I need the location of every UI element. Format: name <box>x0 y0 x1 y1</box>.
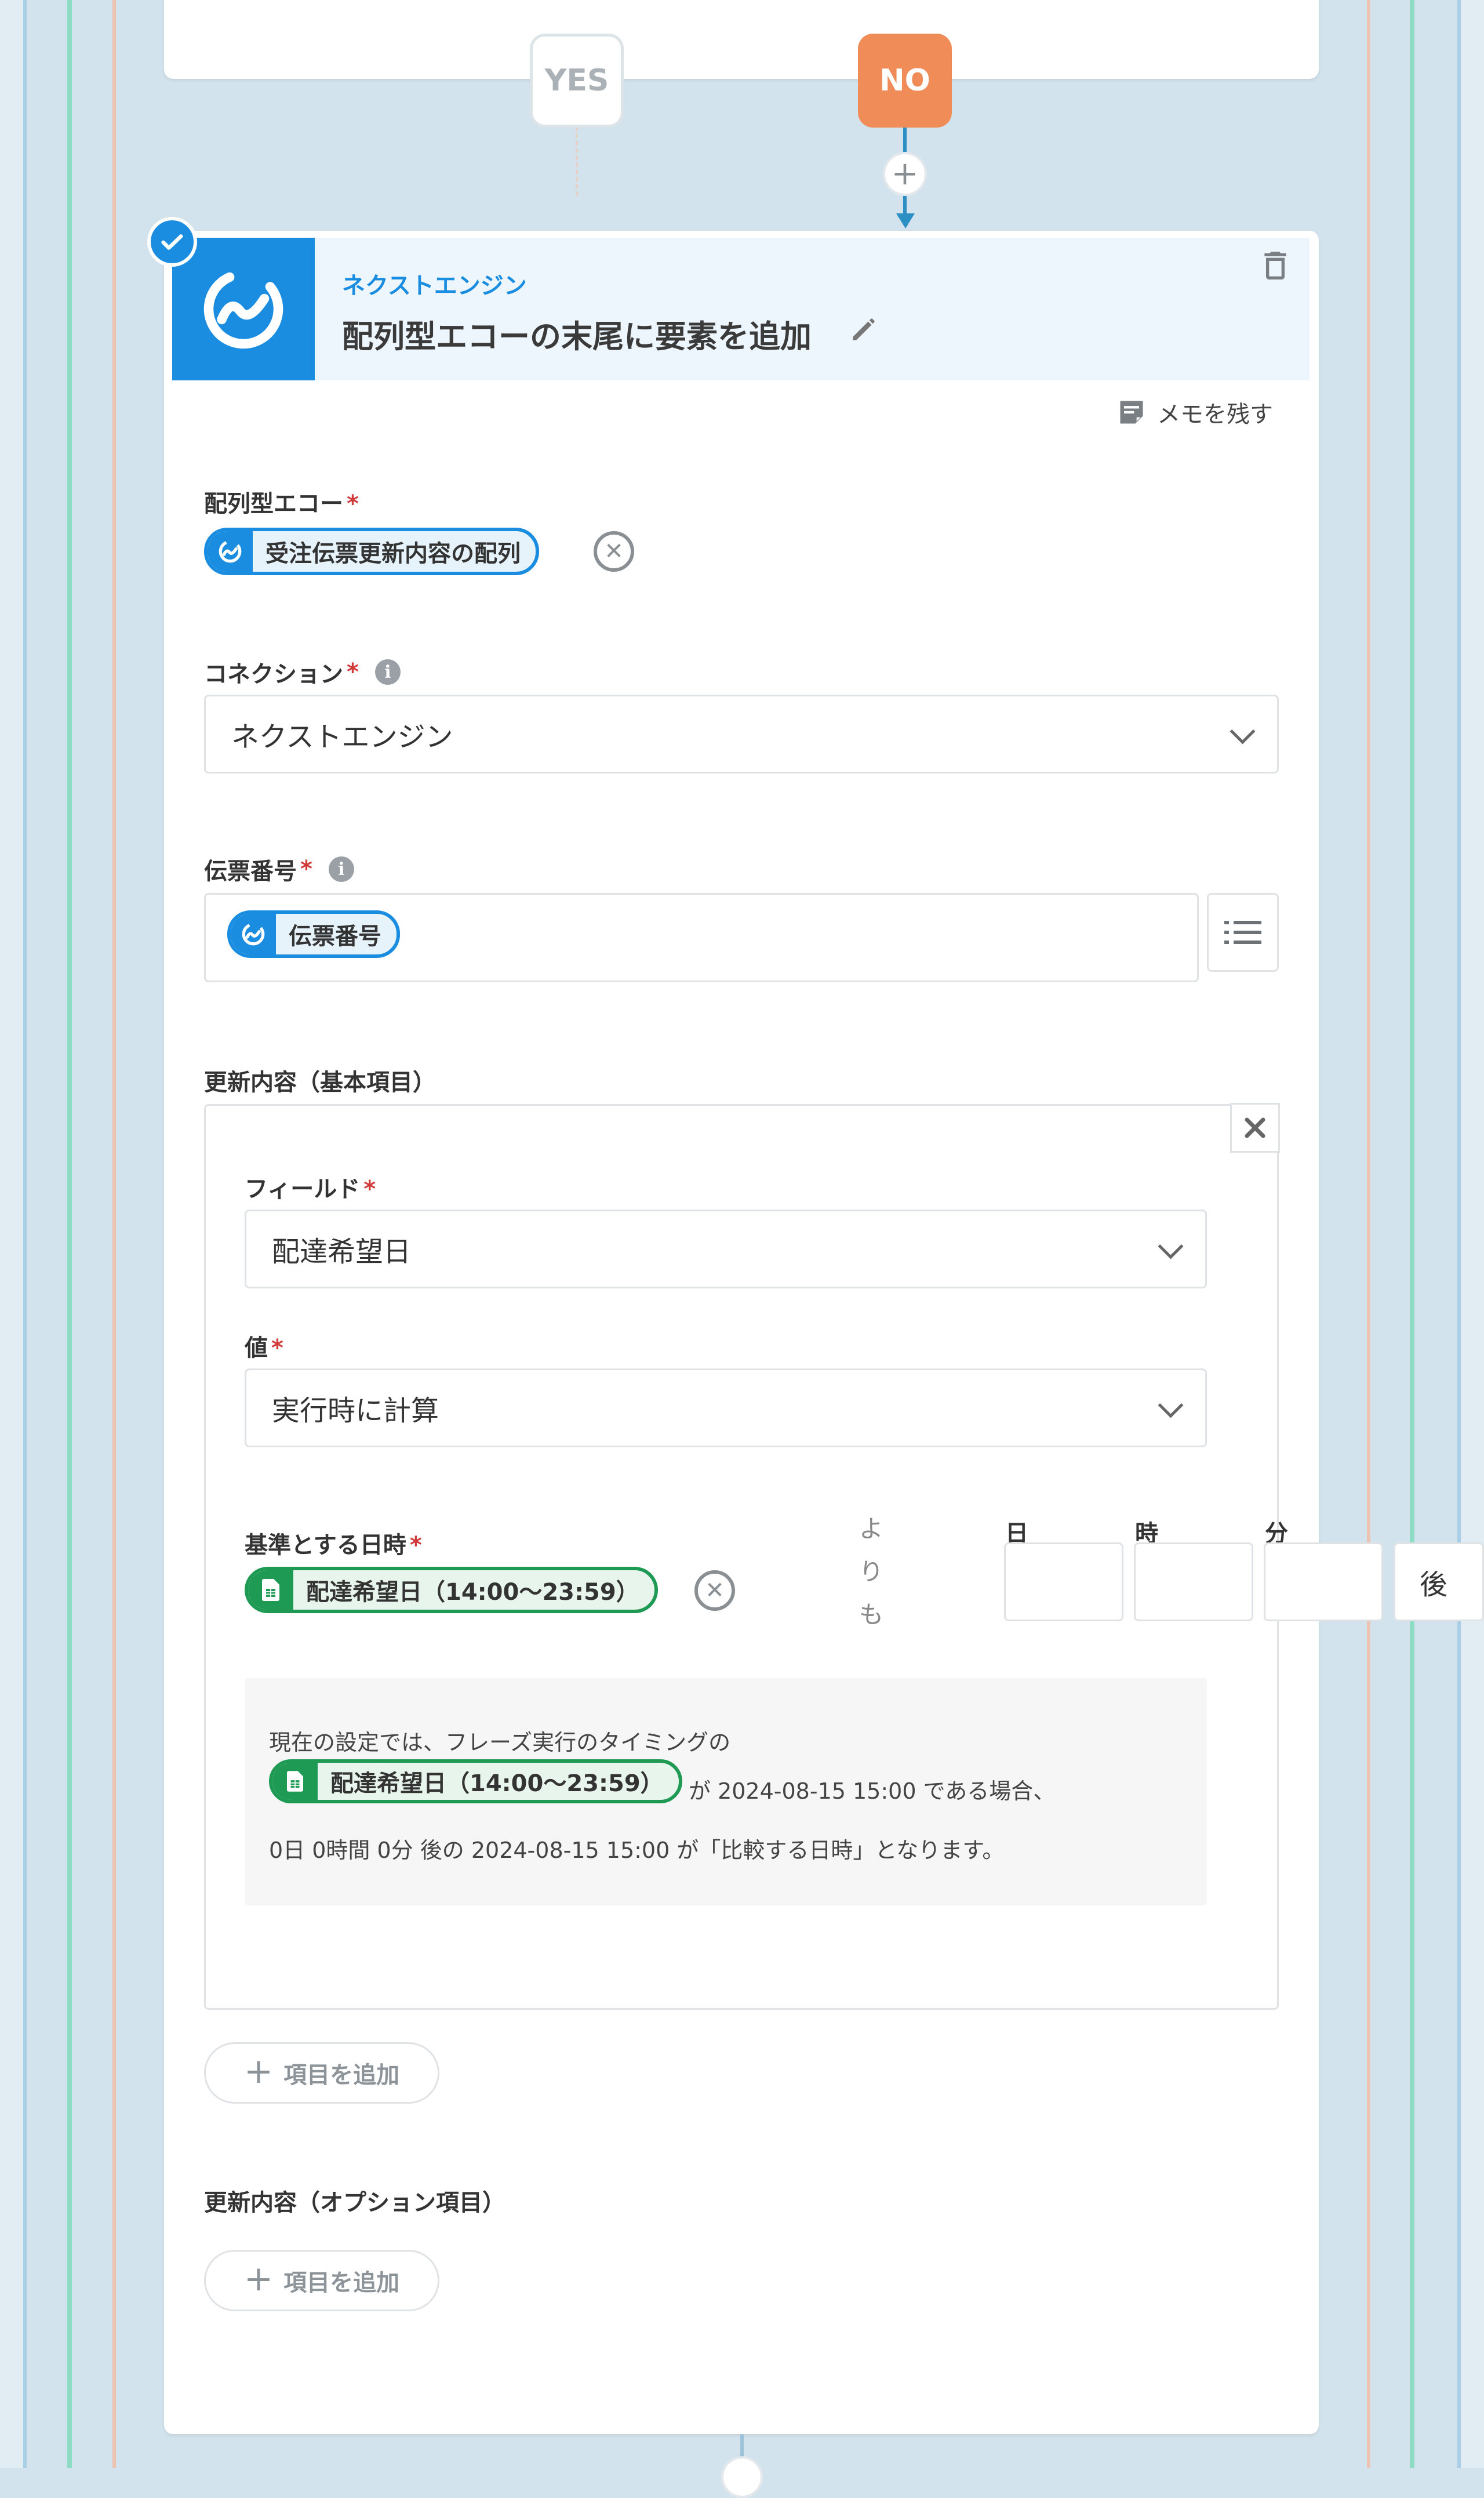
base-datetime-pill-text: 配達希望日（14:00〜23:59） <box>306 1579 639 1606</box>
nextengine-logo-icon <box>203 269 283 349</box>
app-name: ネクストエンジン <box>342 273 527 299</box>
base-datetime-pill[interactable]: 配達希望日（14:00〜23:59） <box>245 1567 658 1613</box>
connection-label: コネクション * i <box>204 655 401 689</box>
option-items-label: 更新内容（オプション項目） <box>204 2190 505 2216</box>
add-basic-item-label: 項目を追加 <box>283 2062 400 2089</box>
slip-number-label: 伝票番号 * i <box>204 852 354 886</box>
preview-line-3: 0日 0時間 0分 後の 2024-08-15 15:00 が「比較する日時」と… <box>269 1838 1005 1863</box>
app-logo <box>172 238 315 380</box>
base-datetime-label: 基準とする日時 * <box>245 1532 422 1559</box>
close-icon <box>1245 1117 1265 1138</box>
connection-select[interactable]: ネクストエンジン <box>204 695 1279 774</box>
previous-step-card[interactable] <box>164 0 1319 79</box>
step-header[interactable] <box>172 238 1310 380</box>
plus-icon: + <box>891 155 919 193</box>
spreadsheet-icon <box>272 1763 318 1800</box>
day-input[interactable] <box>1004 1542 1123 1621</box>
rail-pink-right <box>1367 0 1370 2468</box>
yes-branch-line <box>576 126 578 196</box>
bottom-connector-node[interactable] <box>721 2456 763 2498</box>
add-basic-item-button[interactable]: + 項目を追加 <box>204 2042 439 2104</box>
clear-icon[interactable]: ✕ <box>694 1570 735 1611</box>
trash-icon[interactable] <box>1257 247 1294 286</box>
chevron-down-icon <box>1158 1233 1184 1259</box>
value-value: 実行時に計算 <box>272 1395 439 1427</box>
value-select[interactable]: 実行時に計算 <box>245 1368 1207 1447</box>
no-branch-button[interactable]: NO <box>858 34 952 128</box>
arrow-down-icon <box>896 213 915 228</box>
info-icon[interactable]: i <box>374 659 401 685</box>
preview-line-2-suffix: が 2024-08-15 15:00 である場合、 <box>689 1778 1056 1804</box>
add-option-item-button[interactable]: + 項目を追加 <box>204 2250 439 2311</box>
field-label: フィールド * <box>245 1176 376 1203</box>
slip-number-pill-text: 伝票番号 <box>289 923 381 950</box>
hour-input[interactable] <box>1134 1542 1253 1621</box>
array-echo-pill-text: 受注伝票更新内容の配列 <box>265 540 521 567</box>
add-step-button[interactable]: + <box>883 152 927 196</box>
rail-blue-left <box>23 0 27 2468</box>
after-label: 後 <box>1420 1568 1448 1601</box>
memo-label: メモを残す <box>1157 401 1273 428</box>
close-item-button[interactable] <box>1230 1103 1280 1153</box>
preview-pill-text: 配達希望日（14:00〜23:59） <box>330 1770 664 1797</box>
basic-items-label: 更新内容（基本項目） <box>204 1069 436 1096</box>
memo-button[interactable]: メモを残す <box>1116 395 1273 429</box>
clear-icon[interactable]: ✕ <box>594 531 634 572</box>
list-button[interactable] <box>1207 893 1279 972</box>
nextengine-logo-icon <box>231 914 276 954</box>
step-title: 配列型エコーの末尾に要素を追加 <box>342 318 812 355</box>
nextengine-logo-icon <box>208 531 253 572</box>
rail-pink-left <box>112 0 116 2468</box>
field-value: 配達希望日 <box>272 1236 412 1268</box>
rail-outer-right <box>1461 0 1484 2468</box>
list-icon <box>1224 921 1261 944</box>
minute-input[interactable] <box>1264 1542 1383 1621</box>
rail-teal-left <box>67 0 72 2468</box>
info-icon[interactable]: i <box>328 856 354 882</box>
array-echo-pill[interactable]: 受注伝票更新内容の配列 <box>204 528 539 575</box>
after-select[interactable]: 後 <box>1394 1542 1484 1621</box>
plus-icon: + <box>243 2259 274 2299</box>
add-option-item-label: 項目を追加 <box>283 2270 400 2296</box>
slip-number-pill[interactable]: 伝票番号 <box>227 910 400 958</box>
chevron-down-icon <box>1230 718 1256 745</box>
connection-value: ネクストエンジン <box>231 721 453 753</box>
chevron-down-icon <box>1158 1392 1184 1418</box>
field-select[interactable]: 配達希望日 <box>245 1210 1207 1288</box>
memo-icon <box>1120 401 1143 424</box>
no-label: NO <box>879 63 930 98</box>
spreadsheet-icon <box>248 1570 293 1610</box>
yorimo-text: よ り も <box>859 1515 883 1629</box>
rail-teal-right <box>1410 0 1414 2468</box>
preview-pill: 配達希望日（14:00〜23:59） <box>269 1759 682 1803</box>
plus-icon: + <box>243 2051 274 2092</box>
value-label: 値 * <box>245 1335 283 1361</box>
preview-line-1: 現在の設定では、フレーズ実行のタイミングの <box>269 1730 731 1755</box>
yes-label: YES <box>544 63 609 98</box>
rail-outer-left <box>0 0 23 2468</box>
check-circle-icon <box>147 217 197 267</box>
yes-branch-button[interactable]: YES <box>530 34 624 128</box>
pencil-icon[interactable] <box>848 313 880 348</box>
array-echo-label: 配列型エコー * <box>204 491 359 517</box>
